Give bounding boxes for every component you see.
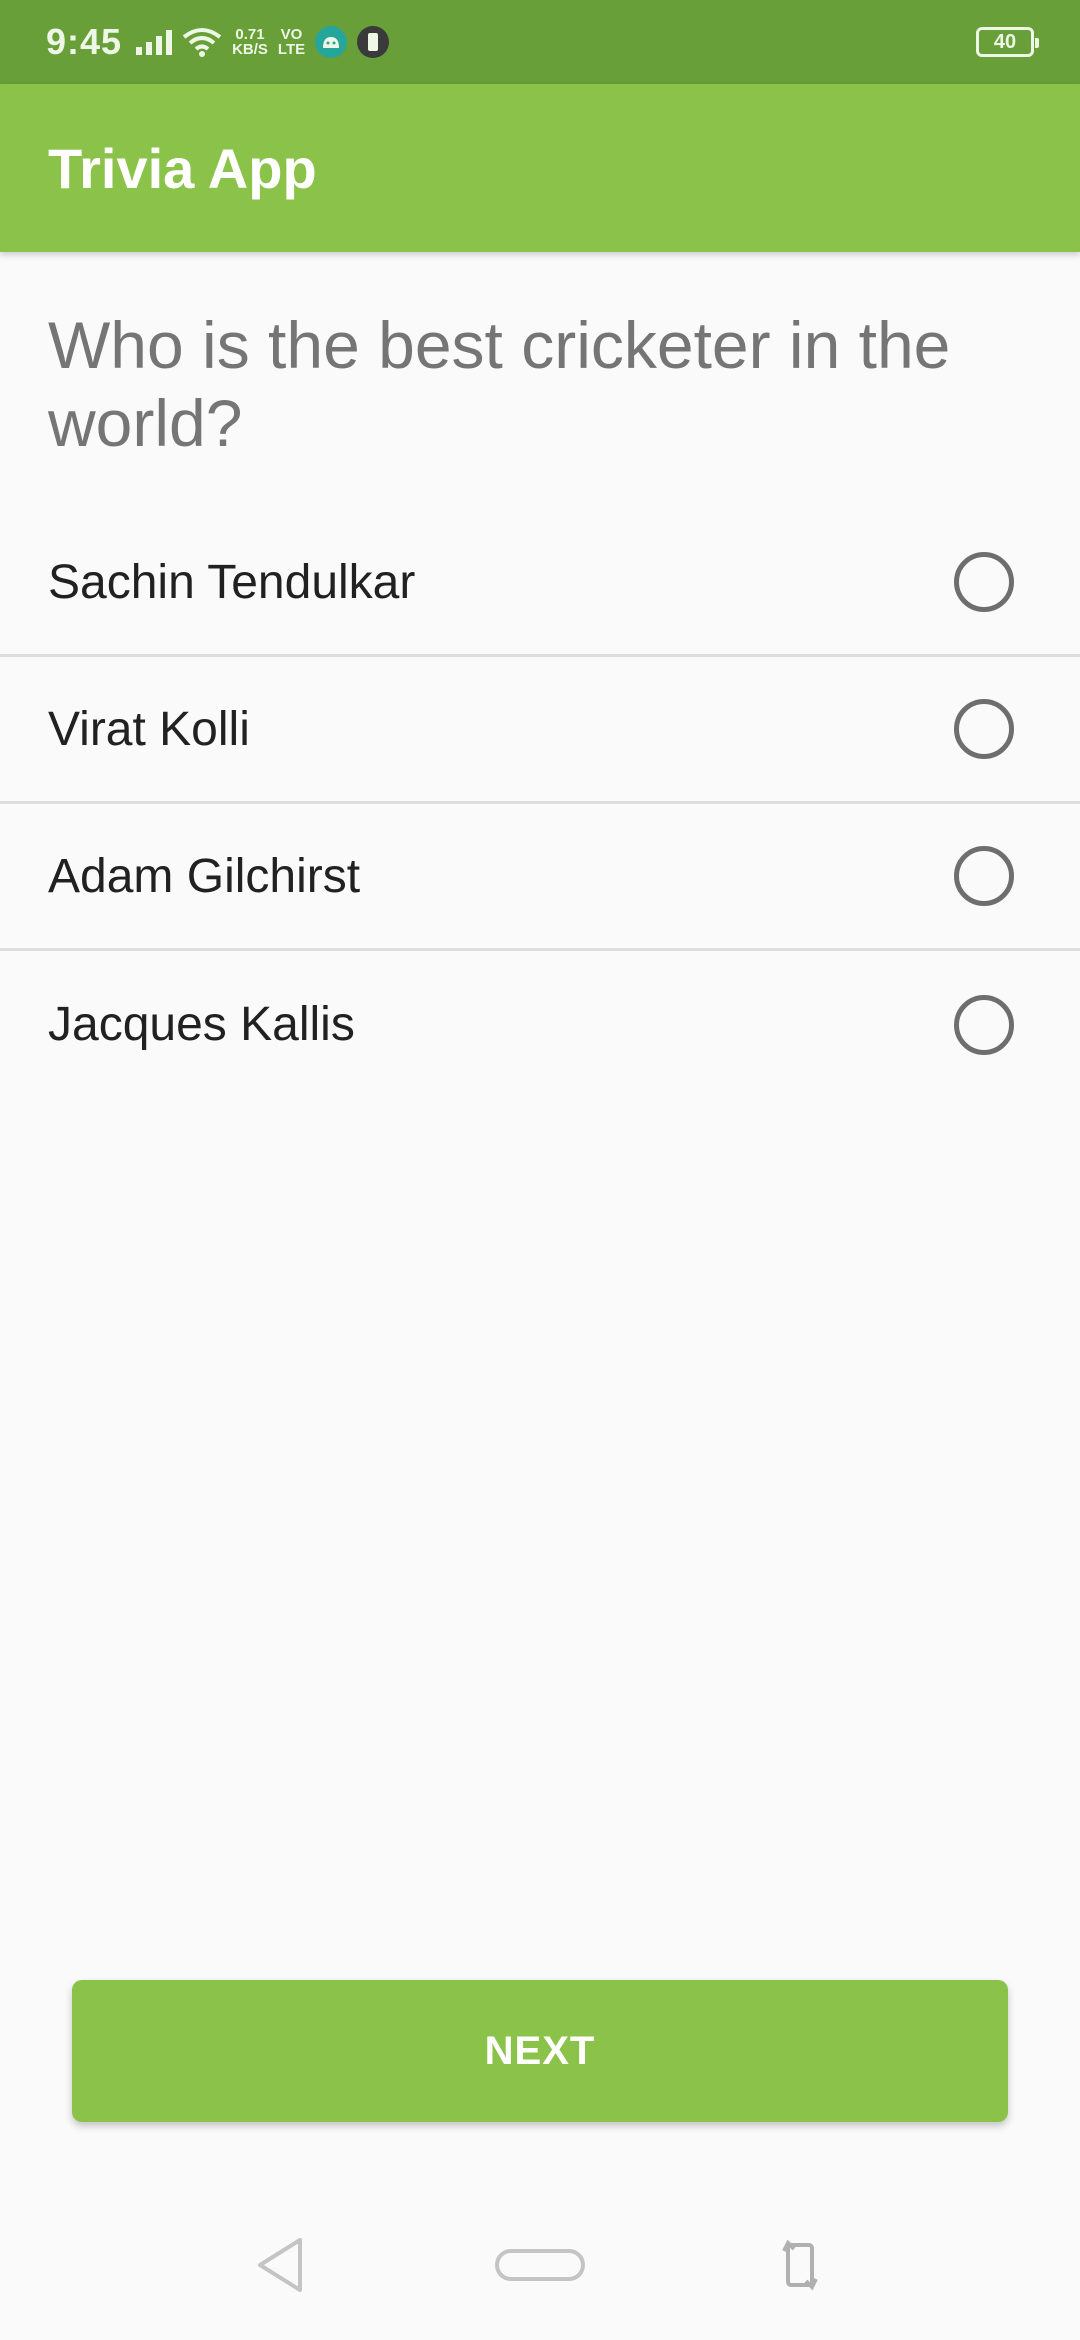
option-label: Adam Gilchirst [48, 849, 361, 903]
radio-button[interactable] [954, 846, 1014, 906]
wifi-icon [182, 28, 222, 57]
option-row[interactable]: Sachin Tendulkar [0, 510, 1080, 657]
option-label: Jacques Kallis [48, 998, 355, 1051]
phone-notification-icon [357, 26, 390, 58]
net-speed-value: 0.71 [235, 26, 265, 43]
battery-icon: 40 [976, 27, 1039, 57]
volte-bottom: LTE [277, 41, 306, 58]
back-icon [258, 2238, 302, 2292]
back-button[interactable] [220, 2215, 340, 2315]
radio-button[interactable] [954, 552, 1014, 612]
option-row[interactable]: Adam Gilchirst [0, 804, 1080, 951]
option-row[interactable]: Virat Kolli [0, 657, 1080, 804]
rotate-button[interactable] [740, 2215, 860, 2315]
status-time: 9:45 [46, 21, 123, 62]
net-speed-unit: KB/S [232, 41, 268, 58]
home-icon [495, 2249, 585, 2281]
answer-options: Sachin Tendulkar Virat Kolli Adam Gilchi… [0, 510, 1080, 1098]
rotate-icon [782, 2239, 818, 2291]
battery-level: 40 [993, 30, 1017, 53]
android-notification-icon [315, 26, 348, 58]
radio-button[interactable] [954, 699, 1014, 759]
signal-icon [136, 29, 173, 55]
option-label: Sachin Tendulkar [48, 555, 416, 609]
next-button[interactable]: NEXT [72, 1980, 1008, 2122]
app-title: Trivia App [48, 136, 317, 200]
home-button[interactable] [480, 2215, 600, 2315]
status-icons: 0.71 KB/S VO LTE [136, 26, 390, 58]
radio-button[interactable] [954, 994, 1014, 1055]
option-label: Virat Kolli [48, 702, 250, 756]
navigation-bar [0, 2190, 1080, 2340]
net-speed-indicator: 0.71 KB/S [232, 27, 268, 57]
app-bar: Trivia App [0, 84, 1080, 252]
volte-indicator: VO LTE [278, 27, 305, 57]
option-row[interactable]: Jacques Kallis [0, 951, 1080, 1098]
volte-top: VO [280, 26, 303, 43]
status-bar: 9:45 0.71 KB/S VO LTE 40 [0, 0, 1080, 84]
question-text: Who is the best cricketer in the world? [48, 308, 951, 460]
